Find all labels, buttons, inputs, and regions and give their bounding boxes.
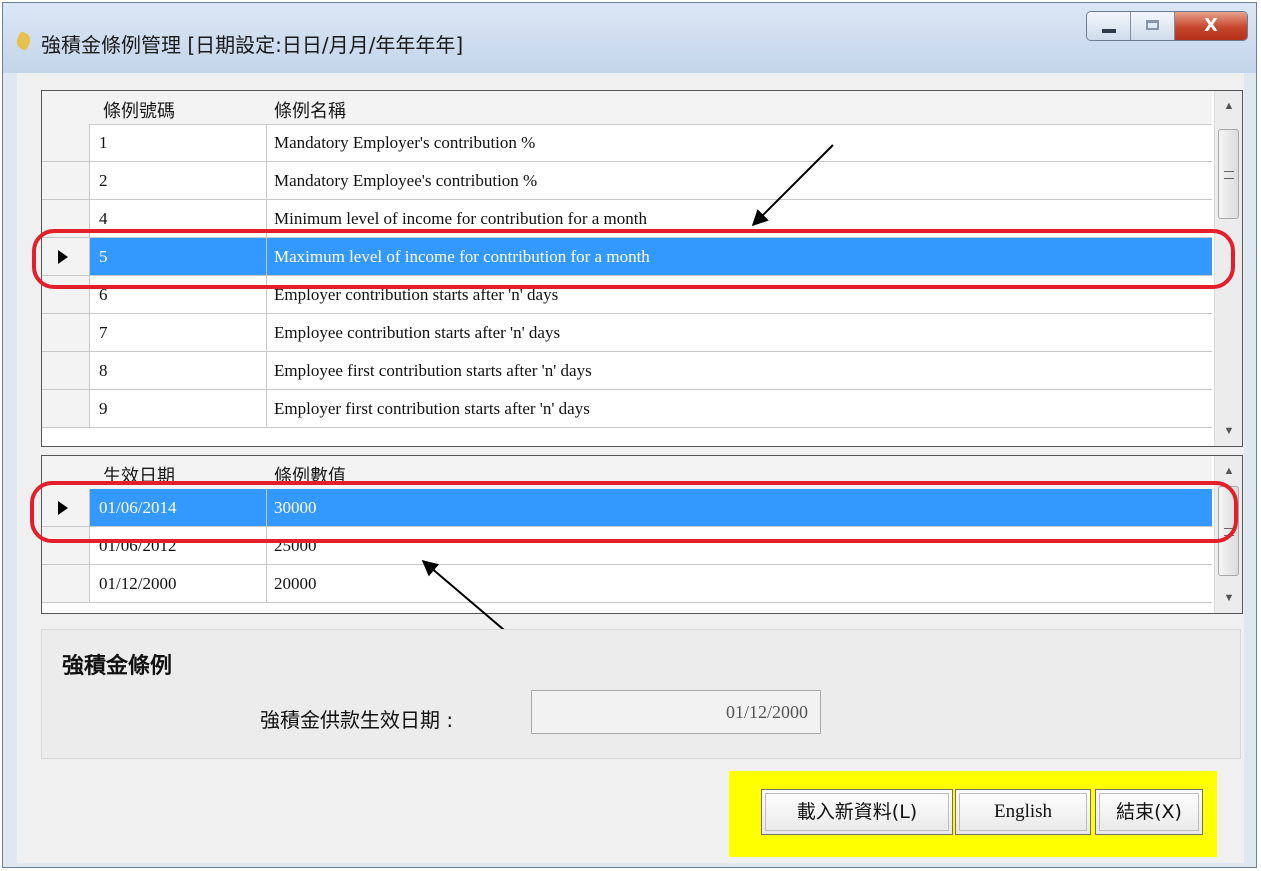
window-controls: X xyxy=(1086,11,1248,41)
maximize-button[interactable] xyxy=(1131,12,1175,40)
client-area: 條例號碼 條例名稱 1 Mandatory Employer's contribu… xyxy=(17,73,1244,863)
minimize-icon xyxy=(1102,29,1116,33)
window-title: 強積金條例管理 [日期設定:日日/月月/年年年年] xyxy=(41,33,464,57)
close-icon: X xyxy=(1204,15,1218,36)
title-bar: 強積金條例管理 [日期設定:日日/月月/年年年年] X xyxy=(3,3,1256,73)
exit-button[interactable]: 結束(X) xyxy=(1095,789,1203,835)
button-bar: 載入新資料(L) English 結束(X) xyxy=(729,771,1217,857)
annotation-arrow xyxy=(751,144,834,227)
minimize-button[interactable] xyxy=(1087,12,1131,40)
effective-date-field[interactable]: 01/12/2000 xyxy=(531,690,821,734)
english-button[interactable]: English xyxy=(955,789,1091,835)
app-icon xyxy=(14,31,33,51)
close-button[interactable]: X xyxy=(1175,12,1247,40)
load-new-data-button[interactable]: 載入新資料(L) xyxy=(761,789,953,835)
effective-date-label: 強積金供款生效日期 : xyxy=(260,708,454,732)
panel-title: 強積金條例 xyxy=(62,654,173,679)
mpf-rule-panel: 強積金條例 強積金供款生效日期 : 01/12/2000 xyxy=(41,629,1241,759)
maximize-icon xyxy=(1146,20,1159,30)
app-window: 強積金條例管理 [日期設定:日日/月月/年年年年] X 條例號碼 條例名稱 1M… xyxy=(2,2,1257,868)
